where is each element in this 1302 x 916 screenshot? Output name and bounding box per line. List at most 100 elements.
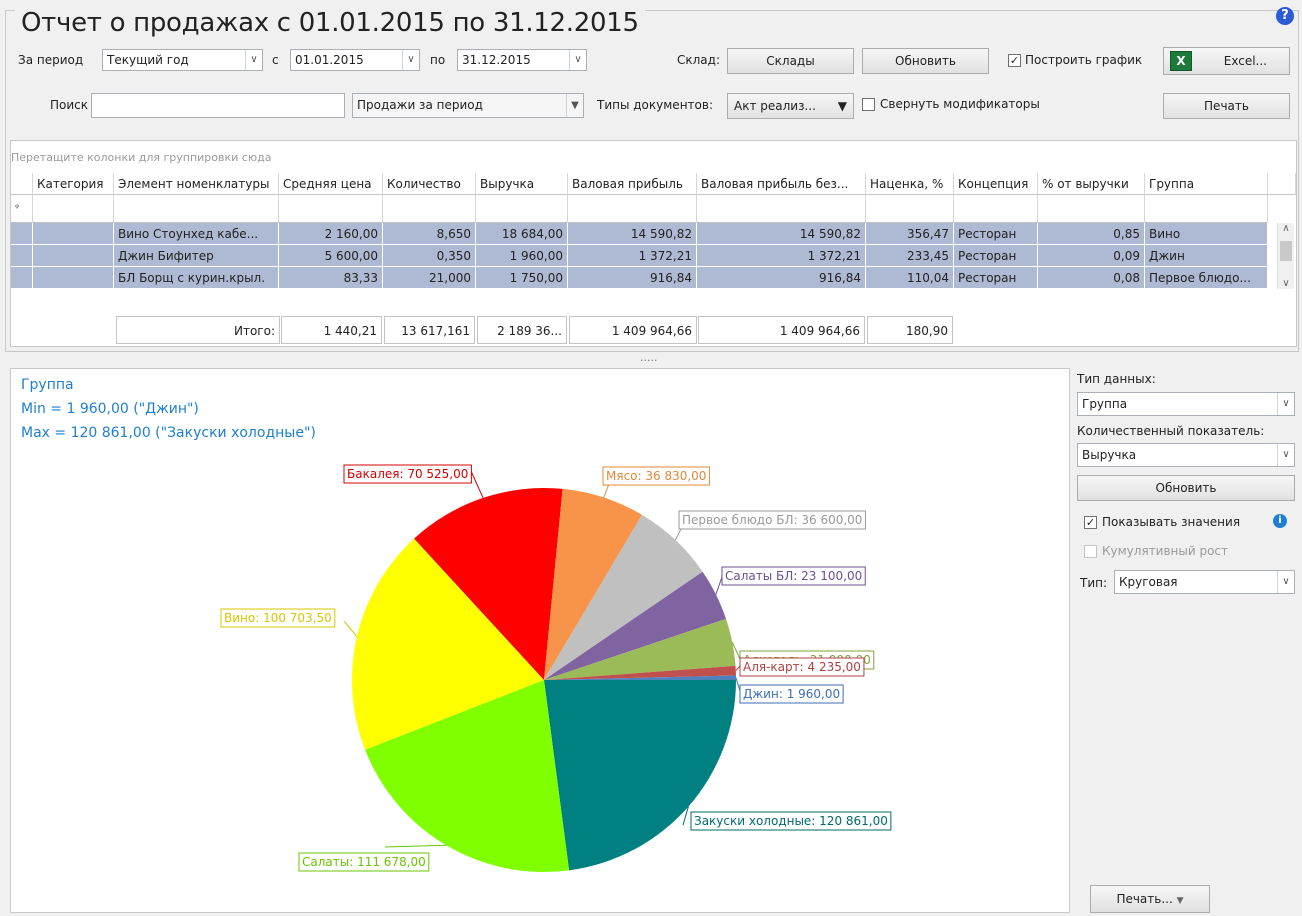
pie-slice[interactable] [544,680,736,871]
column-header[interactable]: Элемент номенклатуры [114,173,279,195]
column-header[interactable]: Группа [1145,173,1268,195]
filter-cell[interactable] [33,195,114,223]
column-header[interactable]: Наценка, % [866,173,954,195]
totals-cell: 180,90 [867,316,953,344]
table-cell[interactable]: 14 590,82 [697,223,866,245]
table-cell[interactable]: 110,04 [866,267,954,289]
excel-button[interactable]: X Excel... [1163,47,1290,75]
slice-label-text: Первое блюдо БЛ: 36 600,00 [682,513,862,527]
leader-line [470,470,484,499]
table-cell[interactable]: 1 750,00 [476,267,568,289]
table-cell[interactable]: 5 600,00 [279,245,383,267]
table-cell[interactable]: 1 960,00 [476,245,568,267]
scroll-down-icon[interactable]: ∨ [1278,278,1294,289]
table-cell[interactable]: 18 684,00 [476,223,568,245]
show-values-checkbox[interactable]: ✓ [1084,516,1097,529]
totals-label: Итого: [116,316,280,344]
slice-label: Аля-карт: 4 235,00 [739,657,865,677]
table-cell[interactable]: 1 372,21 [568,245,697,267]
filter-cell[interactable] [279,195,383,223]
table-cell[interactable]: Ресторан [954,223,1038,245]
from-date-input[interactable]: 01.01.2015 ∨ [290,49,420,71]
table-cell[interactable]: Первое блюдо... [1145,267,1268,289]
search-input[interactable] [91,93,345,118]
slice-label-text: Джин: 1 960,00 [743,687,840,701]
filter-cell[interactable] [697,195,866,223]
column-header[interactable]: % от выручки [1038,173,1145,195]
column-header[interactable]: Концепция [954,173,1038,195]
chevron-down-icon: ∨ [402,50,419,70]
column-header[interactable]: Средняя цена [279,173,383,195]
column-header[interactable]: Категория [33,173,114,195]
table-cell[interactable] [33,267,114,289]
table-cell[interactable]: 356,47 [866,223,954,245]
column-header[interactable]: Выручка [476,173,568,195]
table-cell[interactable]: Ресторан [954,267,1038,289]
table-cell[interactable]: Ресторан [954,245,1038,267]
totals-cell: 13 617,161 [384,316,475,344]
table-cell[interactable]: Вино Стоунхед кабе... [114,223,279,245]
filter-cell[interactable] [1038,195,1145,223]
row-indicator[interactable] [11,245,33,267]
filter-cell[interactable] [954,195,1038,223]
filter-cell[interactable] [114,195,279,223]
filter-cell[interactable] [1145,195,1268,223]
chevron-down-icon: ∨ [1277,571,1294,593]
totals-cell: 2 189 36... [477,316,567,344]
filter-cell[interactable] [383,195,476,223]
table-cell[interactable]: 0,350 [383,245,476,267]
row-indicator-header [11,173,33,195]
column-header[interactable]: Валовая прибыль без... [697,173,866,195]
chart-print-button[interactable]: Печать... ▼ [1090,885,1210,913]
table-cell[interactable]: 1 372,21 [697,245,866,267]
chart-type-label: Тип: [1080,576,1108,590]
table-cell[interactable]: 0,08 [1038,267,1145,289]
collapse-modifiers-checkbox[interactable] [862,98,875,111]
report-type-select[interactable]: Продажи за период ▼ [352,93,584,118]
refresh-button[interactable]: Обновить [862,48,989,74]
slice-label: Вино: 100 703,50 [220,608,336,628]
table-cell[interactable]: 14 590,82 [568,223,697,245]
splitter-handle[interactable]: ..... [640,351,657,364]
data-type-select[interactable]: Группа ∨ [1077,392,1295,416]
build-chart-checkbox[interactable]: ✓ [1008,54,1021,67]
table-cell[interactable]: 83,33 [279,267,383,289]
warehouses-button[interactable]: Склады [727,48,854,74]
chart-type-select[interactable]: Круговая ∨ [1114,570,1295,594]
table-cell[interactable]: Джин [1145,245,1268,267]
filter-cell[interactable] [568,195,697,223]
to-date-input[interactable]: 31.12.2015 ∨ [457,49,587,71]
table-cell[interactable]: БЛ Борщ с курин.крыл. [114,267,279,289]
column-header[interactable]: Количество [383,173,476,195]
table-cell[interactable] [33,223,114,245]
print-button[interactable]: Печать▼ [1163,93,1290,119]
vertical-scrollbar[interactable]: ∧ ∨ [1277,223,1294,289]
table-cell[interactable]: 916,84 [568,267,697,289]
filter-cell[interactable] [476,195,568,223]
scroll-up-icon[interactable]: ∧ [1278,223,1294,234]
table-cell[interactable]: 21,000 [383,267,476,289]
row-indicator[interactable] [11,223,33,245]
table-cell[interactable]: Вино [1145,223,1268,245]
filter-cell[interactable] [866,195,954,223]
info-icon[interactable]: i [1273,514,1287,528]
row-indicator[interactable] [11,267,33,289]
table-cell[interactable] [33,245,114,267]
table-cell[interactable]: 0,85 [1038,223,1145,245]
help-icon[interactable]: ? [1276,7,1294,25]
table-cell[interactable]: 233,45 [866,245,954,267]
excel-icon: X [1170,51,1192,71]
table-cell[interactable]: 2 160,00 [279,223,383,245]
table-cell[interactable]: Джин Бифитер [114,245,279,267]
doc-types-select[interactable]: Акт реализ... ▼ [727,93,854,119]
from-label: с [272,53,279,67]
table-cell[interactable]: 916,84 [697,267,866,289]
column-header[interactable]: Валовая прибыль [568,173,697,195]
scroll-thumb[interactable] [1280,241,1292,261]
table-cell[interactable]: 0,09 [1038,245,1145,267]
table-cell[interactable]: 8,650 [383,223,476,245]
measure-select[interactable]: Выручка ∨ [1077,443,1295,467]
period-select[interactable]: Текущий год ∨ [102,49,263,71]
show-values-label: Показывать значения [1102,515,1241,529]
chart-refresh-button[interactable]: Обновить [1077,475,1295,501]
